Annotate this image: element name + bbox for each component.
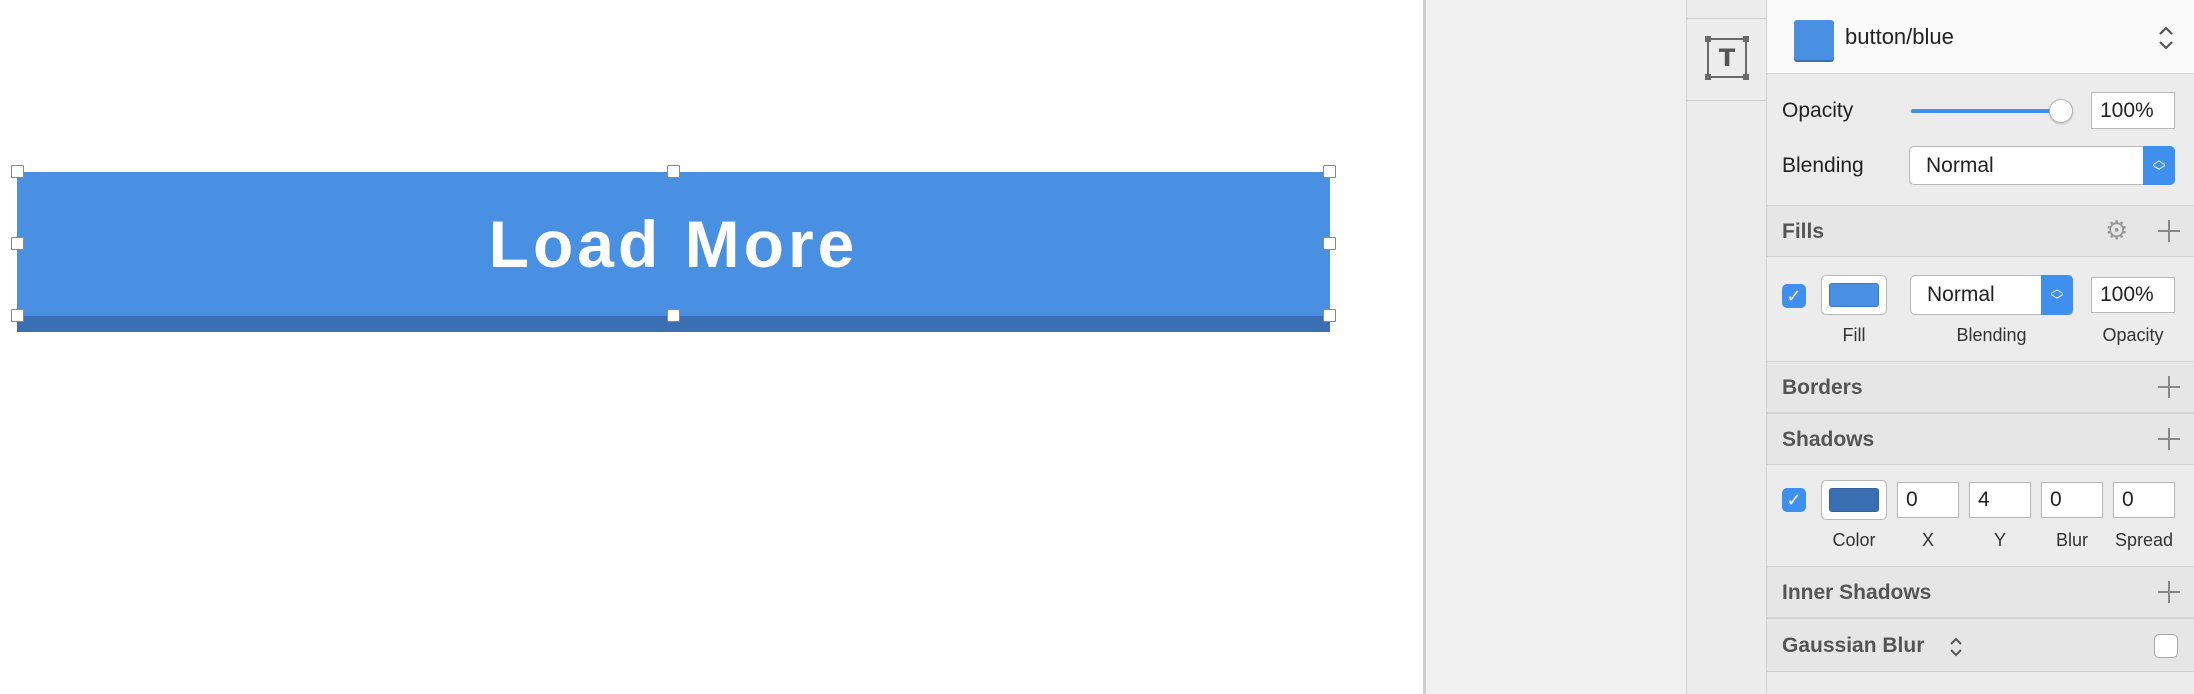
gaussian-blur-checkbox[interactable] [2154, 634, 2178, 658]
fill-color-swatch [1829, 283, 1879, 307]
style-swatch [1794, 20, 1834, 60]
corner-mark [1743, 74, 1749, 80]
shadow-spread-value: 0 [2122, 488, 2134, 511]
shadow-blur-value: 0 [2050, 488, 2062, 511]
opacity-slider-knob[interactable] [2049, 99, 2073, 123]
add-border-icon[interactable] [2158, 376, 2180, 398]
fill-color-well[interactable] [1821, 275, 1887, 315]
opacity-caption: Opacity [2102, 325, 2164, 345]
fill-blending-value: Normal [1927, 283, 1995, 306]
corner-mark [1705, 36, 1711, 42]
fill-caption: Fill [1842, 325, 1866, 345]
corner-mark [1705, 74, 1711, 80]
shadow-color-swatch [1829, 488, 1879, 512]
opacity-slider-fill [1911, 109, 2059, 113]
resize-handle-top-right[interactable] [1323, 165, 1336, 178]
fill-opacity-value: 100% [2100, 283, 2154, 306]
add-inner-shadow-icon[interactable] [2158, 581, 2180, 603]
fill-opacity-input[interactable]: 100% [2091, 277, 2175, 313]
select-stepper-icon: ︿ ﹀ [2143, 146, 2175, 185]
shadow-blur-input[interactable]: 0 [2041, 482, 2103, 518]
gaussian-blur-title[interactable]: Gaussian Blur [1782, 634, 1924, 658]
gear-icon[interactable]: ⚙ [2105, 218, 2128, 244]
resize-handle-top[interactable] [667, 165, 680, 178]
fill-enabled-checkbox[interactable]: ✓ [1782, 284, 1806, 308]
shared-style-selector[interactable]: button/blue [1767, 0, 2194, 74]
resize-handle-bottom-right[interactable] [1323, 309, 1336, 322]
shadow-spread-caption: Spread [2114, 530, 2174, 550]
text-tool-icon[interactable]: T [1705, 36, 1749, 80]
inspector-panel: button/blue Opacity 100% Blending Normal… [1767, 0, 2194, 694]
shadow-color-caption: Color [1832, 530, 1876, 550]
shadow-enabled-checkbox[interactable]: ✓ [1782, 488, 1806, 512]
add-shadow-icon[interactable] [2158, 428, 2180, 450]
blending-select[interactable]: Normal ︿ ﹀ [1909, 146, 2175, 185]
shadow-y-value: 4 [1978, 488, 1990, 511]
shadow-x-caption: X [1921, 530, 1934, 550]
resize-handle-bottom[interactable] [667, 309, 680, 322]
canvas-margin [1423, 0, 1686, 694]
select-stepper-icon: ︿ ﹀ [2041, 275, 2073, 315]
opacity-value: 100% [2100, 98, 2154, 122]
load-more-button[interactable]: Load More [17, 172, 1330, 316]
shadow-y-input[interactable]: 4 [1969, 482, 2031, 518]
resize-handle-bottom-left[interactable] [11, 309, 24, 322]
blending-caption: Blending [1956, 325, 2027, 345]
borders-section-header: Borders [1767, 361, 2194, 413]
opacity-input[interactable]: 100% [2091, 92, 2175, 129]
shadow-y-caption: Y [1993, 530, 2006, 550]
tool-divider [1687, 18, 1768, 19]
borders-title: Borders [1782, 376, 1863, 399]
tool-divider [1687, 100, 1768, 101]
blending-label: Blending [1782, 154, 1864, 177]
shadow-x-value: 0 [1906, 488, 1918, 511]
inner-shadows-section-header: Inner Shadows [1767, 566, 2194, 618]
opacity-label: Opacity [1782, 99, 1854, 122]
canvas[interactable]: Load More [0, 0, 1423, 694]
shadow-spread-input[interactable]: 0 [2113, 482, 2175, 518]
chevron-updown-icon [2159, 26, 2173, 50]
style-name: button/blue [1845, 24, 1954, 49]
shadow-blur-caption: Blur [2055, 530, 2088, 550]
shadow-x-input[interactable]: 0 [1897, 482, 1959, 518]
gaussian-blur-section-header: Gaussian Blur [1767, 618, 2194, 672]
resize-handle-left[interactable] [11, 237, 24, 250]
chevron-updown-icon[interactable] [1949, 636, 1963, 658]
corner-mark [1743, 36, 1749, 42]
text-tool-glyph: T [1718, 44, 1736, 72]
blending-value: Normal [1926, 153, 1994, 177]
load-more-button-label: Load More [488, 207, 859, 281]
opacity-slider[interactable] [1911, 109, 2061, 113]
fills-section-header: Fills ⚙ [1767, 205, 2194, 257]
add-fill-icon[interactable] [2158, 220, 2180, 242]
shadows-section-header: Shadows [1767, 413, 2194, 465]
resize-handle-right[interactable] [1323, 237, 1336, 250]
tool-column: T [1686, 0, 1768, 694]
resize-handle-top-left[interactable] [11, 165, 24, 178]
shadow-color-well[interactable] [1821, 480, 1887, 520]
fills-title: Fills [1782, 220, 1825, 243]
inner-shadows-title: Inner Shadows [1782, 581, 1932, 604]
shadows-title: Shadows [1782, 428, 1875, 451]
fill-blending-select[interactable]: Normal ︿ ﹀ [1910, 275, 2073, 315]
